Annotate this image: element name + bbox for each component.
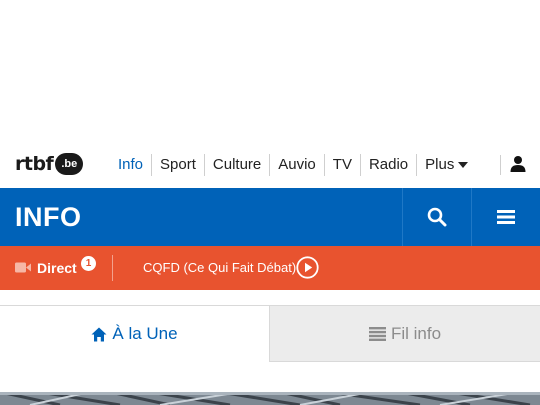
chevron-down-icon [458, 162, 469, 169]
tab-fil-info[interactable]: Fil info [270, 305, 540, 362]
direct-count-badge: 1 [81, 256, 96, 271]
nav-item-culture[interactable]: Culture [203, 154, 269, 176]
divider [112, 255, 113, 281]
ad-space [0, 0, 540, 142]
menu-button[interactable] [471, 188, 540, 246]
headline-photo [0, 392, 540, 405]
search-button[interactable] [402, 188, 471, 246]
main-nav: Info Sport Culture Auvio TV Radio Plus [110, 152, 476, 178]
logo-suffix: .be [55, 153, 84, 175]
rtbf-logo[interactable]: rtbf .be [15, 153, 84, 175]
nav-item-tv[interactable]: TV [323, 154, 360, 176]
tab-fil-info-label: Fil info [390, 323, 442, 343]
logo-text: rtbf [15, 153, 54, 175]
nav-item-info[interactable]: Info [110, 154, 151, 176]
tab-a-la-une-label: À la Une [112, 324, 178, 343]
live-program-link[interactable]: CQFD (Ce Qui Fait Débat) [143, 258, 296, 278]
direct-link[interactable]: Direct [37, 258, 77, 278]
nav-item-plus[interactable]: Plus [416, 154, 476, 176]
nav-item-radio[interactable]: Radio [359, 154, 416, 176]
search-icon [427, 207, 447, 227]
nav-item-plus-label: Plus [425, 156, 455, 173]
video-camera-icon [15, 262, 31, 273]
nav-item-sport[interactable]: Sport [151, 154, 204, 176]
list-icon [368, 326, 386, 341]
divider [500, 155, 501, 175]
headline-image[interactable] [0, 392, 540, 405]
nav-item-auvio[interactable]: Auvio [269, 154, 324, 176]
home-icon [91, 327, 107, 341]
page-title: INFO [15, 202, 82, 232]
user-icon[interactable] [509, 155, 527, 173]
play-icon[interactable] [296, 256, 319, 279]
tab-a-la-une[interactable]: À la Une [0, 305, 270, 362]
hamburger-menu-icon [497, 210, 515, 224]
